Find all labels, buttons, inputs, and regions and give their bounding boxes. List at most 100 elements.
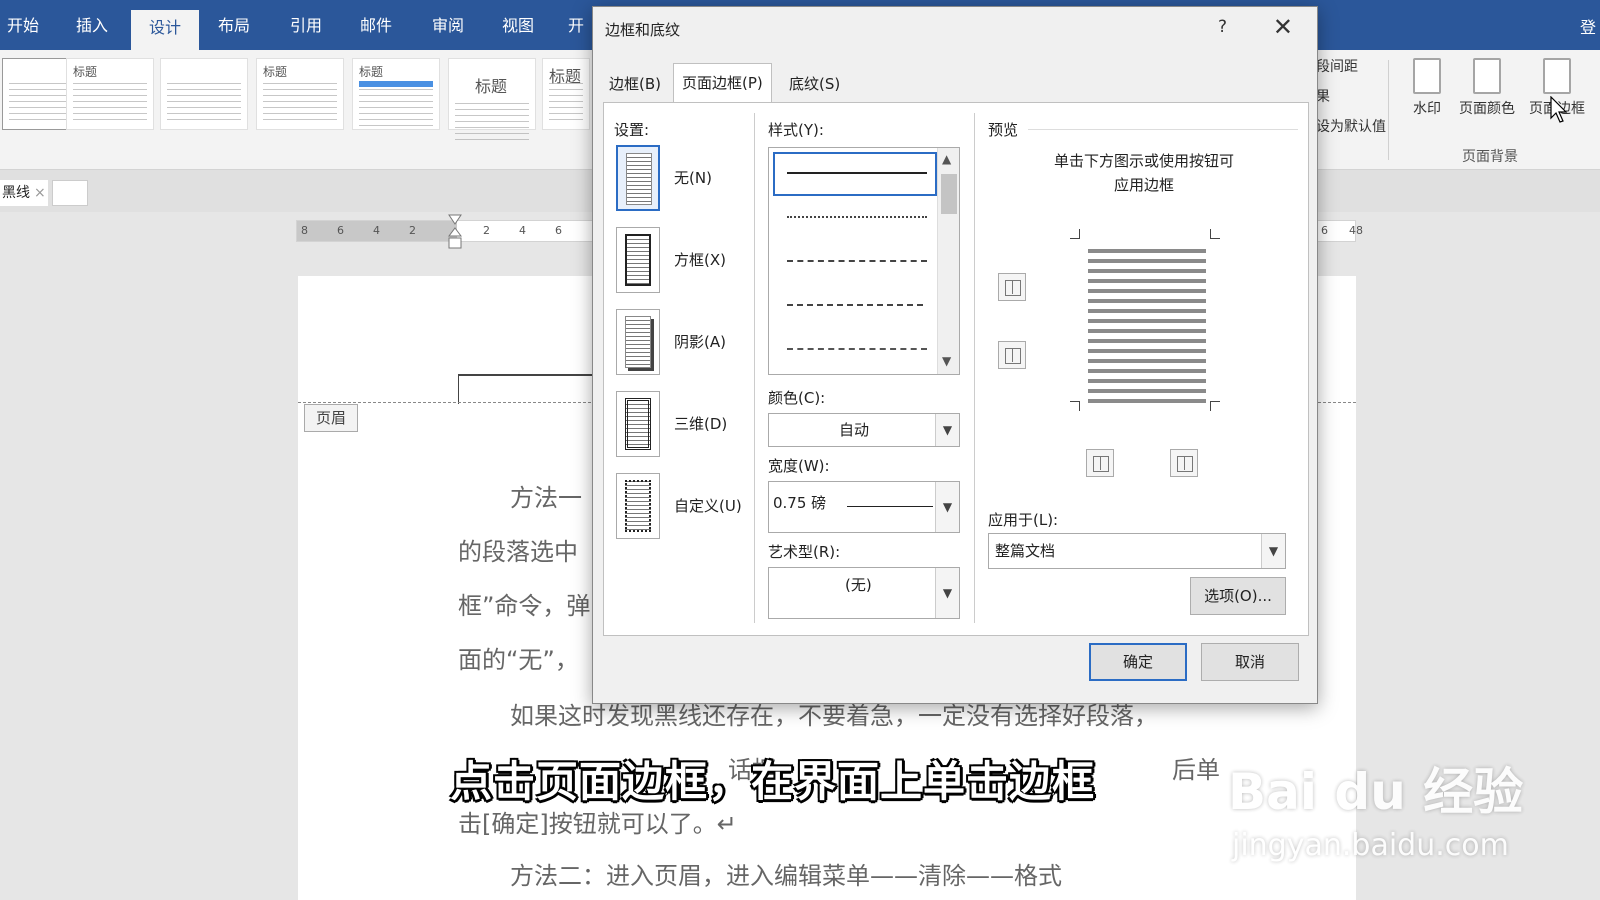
new-document-tab[interactable] (52, 180, 88, 206)
ruler-tick-label: 4 (519, 224, 526, 237)
setting-box-label: 方框(X) (674, 251, 726, 269)
setting-custom-label: 自定义(U) (674, 497, 742, 515)
style-option-dotted[interactable] (787, 216, 927, 218)
tab-insert[interactable]: 插入 (64, 0, 120, 50)
width-label: 宽度(W): (768, 457, 830, 475)
document-tab[interactable]: 黑线 × (0, 180, 48, 206)
style-set-thumbnail[interactable]: 标题 (256, 58, 344, 130)
color-value: 自动 (839, 421, 870, 439)
paragraph-spacing-button[interactable]: 段间距 (1316, 56, 1358, 76)
style-option-dashed[interactable] (787, 260, 927, 262)
close-icon[interactable]: × (34, 185, 46, 201)
thumbnail-lines (263, 83, 337, 123)
preview-hint-line: 单击下方图示或使用按钮可 (1053, 152, 1234, 170)
set-default-button[interactable]: 设为默认值 (1316, 116, 1386, 136)
width-dropdown[interactable]: 0.75 磅 ▼ (768, 481, 960, 533)
page-color-button[interactable]: 页面颜色 (1452, 58, 1522, 118)
watermark-label: 水印 (1413, 101, 1441, 117)
preview-hint: 单击下方图示或使用按钮可 应用边框 (1044, 149, 1244, 197)
video-subtitle: 点击页面边框，在界面上单击边框 (450, 757, 1096, 806)
preview-page[interactable] (1088, 243, 1206, 403)
thumbnail-title: 标题 (475, 77, 508, 96)
color-dropdown[interactable]: 自动 ▼ (768, 413, 960, 447)
apply-to-dropdown[interactable]: 整篇文档 ▼ (988, 533, 1286, 569)
preview-corner-mark (1210, 229, 1220, 239)
right-border-button[interactable] (1170, 449, 1198, 477)
preview-rule (1028, 129, 1298, 130)
help-button[interactable]: ? (1218, 17, 1227, 37)
tab-view[interactable]: 视图 (490, 0, 546, 50)
page-icon (625, 480, 651, 532)
chevron-down-icon: ▼ (935, 568, 959, 618)
setting-none[interactable]: 无(N) (616, 145, 746, 213)
login-link[interactable]: 登 (1580, 14, 1596, 38)
style-set-thumbnail[interactable]: 标题 (448, 58, 536, 143)
mouse-pointer-icon (1550, 96, 1568, 123)
style-list[interactable]: ▲ ▼ (768, 147, 960, 375)
tab-borders[interactable]: 边框(B) (601, 67, 669, 101)
setting-3d[interactable]: 三维(D) (616, 391, 746, 459)
tab-design[interactable]: 设计 (131, 10, 199, 50)
thumbnail-lines (549, 83, 583, 123)
chevron-down-icon: ▼ (935, 414, 959, 446)
body-text-line: 击[确定]按钮就可以了。↵ (458, 810, 737, 838)
tab-references[interactable]: 引用 (278, 0, 334, 50)
settings-label: 设置: (614, 121, 650, 139)
ok-button[interactable]: 确定 (1089, 643, 1187, 681)
tab-home[interactable]: 开始 (0, 0, 46, 50)
cancel-button[interactable]: 取消 (1201, 643, 1299, 681)
ruler-tick-label: 4 (373, 224, 380, 237)
setting-custom[interactable]: 自定义(U) (616, 473, 746, 541)
scroll-thumb[interactable] (941, 174, 957, 214)
preview-hint-line: 应用边框 (1113, 176, 1174, 194)
page-border-pane: 设置: 无(N) 方框(X) 阴影(A) 三维(D) 自定义(U) 样式(Y): (603, 102, 1309, 636)
tab-review[interactable]: 审阅 (420, 0, 476, 50)
style-option-dash-dot[interactable] (787, 348, 927, 350)
style-option-solid[interactable] (787, 172, 927, 174)
tab-page-border[interactable]: 页面边框(P) (673, 63, 772, 103)
pane-divider (974, 113, 975, 623)
body-text-line: 方法一 (510, 484, 582, 512)
scroll-up-icon[interactable]: ▲ (942, 152, 951, 166)
close-button[interactable]: ✕ (1273, 13, 1293, 41)
bottom-border-button[interactable] (998, 341, 1026, 369)
tab-mailings[interactable]: 邮件 (348, 0, 404, 50)
tab-layout[interactable]: 布局 (206, 0, 262, 50)
options-button[interactable]: 选项(O)... (1190, 577, 1286, 615)
style-scrollbar[interactable]: ▲ ▼ (937, 148, 959, 374)
style-set-thumbnail[interactable]: 标题 (352, 58, 440, 130)
page-icon (626, 153, 652, 205)
tab-shading[interactable]: 底纹(S) (781, 67, 848, 101)
setting-shadow-icon (616, 309, 660, 375)
thumbnail-lines (359, 89, 433, 129)
style-set-thumbnail[interactable]: 标题 (66, 58, 154, 130)
apply-to-label: 应用于(L): (988, 511, 1059, 529)
indent-marker-icon[interactable] (448, 214, 462, 250)
pane-divider (754, 113, 755, 623)
setting-shadow-label: 阴影(A) (674, 333, 726, 351)
borders-and-shading-dialog: 边框和底纹 ? ✕ 边框(B) 页面边框(P) 底纹(S) 设置: 无(N) 方… (592, 6, 1318, 704)
thumbnail-accent-bar (359, 81, 433, 87)
style-set-thumbnail[interactable] (160, 58, 248, 130)
tab-developer[interactable]: 开 (562, 0, 590, 50)
top-border-button[interactable] (998, 273, 1026, 301)
chevron-down-icon: ▼ (935, 482, 959, 532)
style-option-long-dash[interactable] (787, 304, 923, 306)
setting-shadow[interactable]: 阴影(A) (616, 309, 746, 377)
page-icon (625, 316, 651, 368)
width-value: 0.75 磅 (773, 494, 827, 512)
left-border-button[interactable] (1086, 449, 1114, 477)
setting-none-icon (616, 145, 660, 211)
scroll-down-icon[interactable]: ▼ (942, 354, 951, 368)
ruler-tick-label: 2 (409, 224, 416, 237)
watermark-button[interactable]: 水印 (1402, 58, 1452, 118)
art-dropdown[interactable]: (无) ▼ (768, 567, 960, 619)
body-text-line: 框”命令，弹 (458, 592, 591, 620)
style-set-thumbnail[interactable]: 标题 (542, 58, 590, 130)
setting-box[interactable]: 方框(X) (616, 227, 746, 295)
ruler-tick-label: 6 (337, 224, 344, 237)
effects-button[interactable]: 果 (1316, 86, 1330, 106)
dialog-title: 边框和底纹 (605, 21, 681, 39)
preview-corner-mark (1070, 401, 1080, 411)
art-value: (无) (845, 576, 872, 594)
